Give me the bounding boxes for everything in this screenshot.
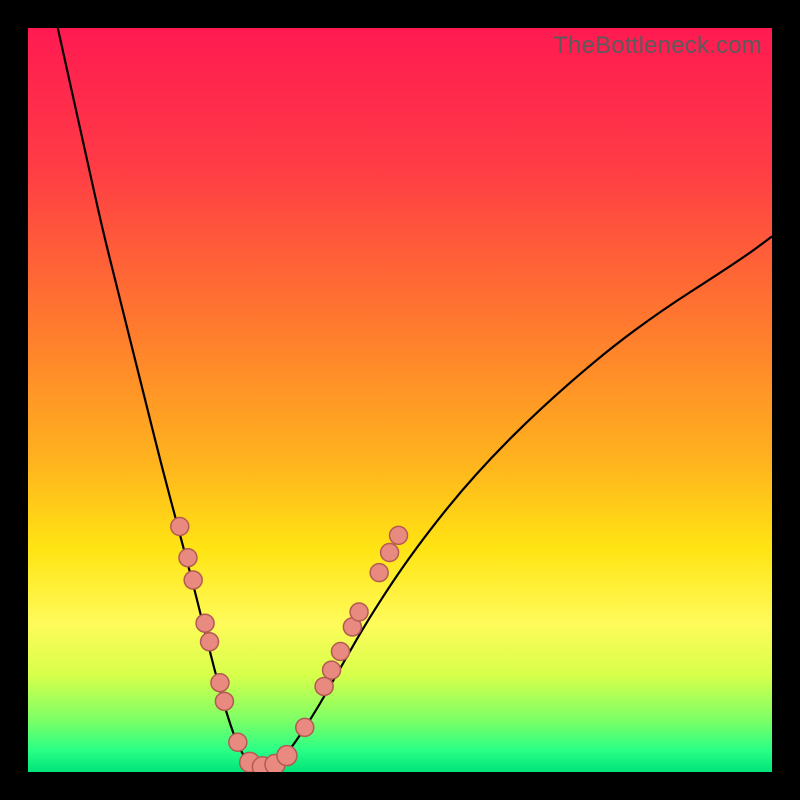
data-marker (296, 718, 314, 736)
data-marker (331, 642, 349, 660)
data-marker (201, 633, 219, 651)
data-marker (315, 677, 333, 695)
plot-area: TheBottleneck.com (28, 28, 772, 772)
data-marker (215, 692, 233, 710)
data-marker (323, 661, 341, 679)
data-marker (184, 571, 202, 589)
data-marker (390, 526, 408, 544)
data-marker (350, 603, 368, 621)
data-marker (211, 674, 229, 692)
watermark-text: TheBottleneck.com (553, 32, 762, 60)
bottleneck-curve (58, 28, 772, 770)
data-marker (277, 746, 297, 766)
data-marker (196, 614, 214, 632)
data-marker (179, 549, 197, 567)
data-markers (171, 517, 408, 772)
data-marker (229, 733, 247, 751)
bottleneck-curve-layer (28, 28, 772, 772)
chart-frame: TheBottleneck.com (0, 0, 800, 800)
data-marker (381, 544, 399, 562)
data-marker (370, 564, 388, 582)
data-marker (171, 517, 189, 535)
